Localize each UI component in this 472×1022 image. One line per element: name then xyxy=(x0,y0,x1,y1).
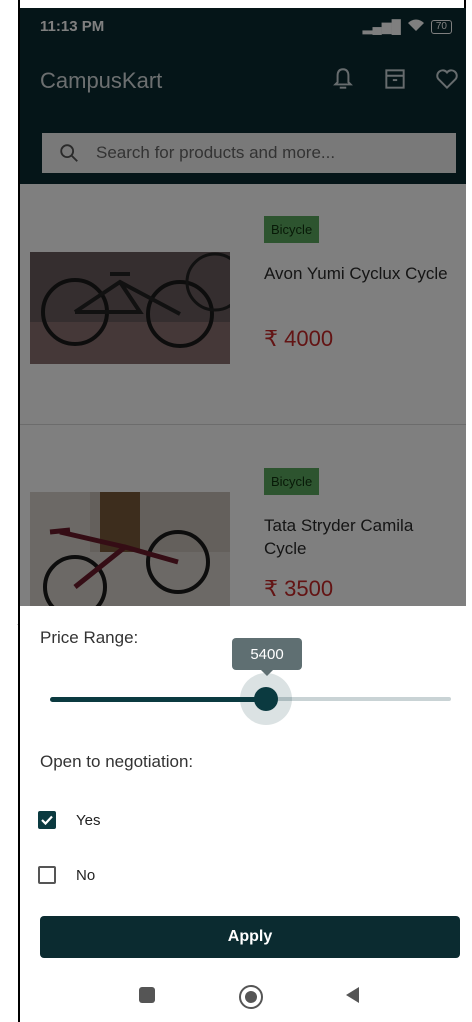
back-icon[interactable] xyxy=(344,986,362,1009)
checkmark-icon xyxy=(41,815,53,826)
recents-icon[interactable] xyxy=(138,986,156,1009)
yes-label: Yes xyxy=(76,811,101,829)
filter-bottom-sheet: Price Range: 5400 Open to negotiation: Y… xyxy=(20,606,466,972)
system-nav-bar xyxy=(20,972,466,1022)
negotiation-label: Open to negotiation: xyxy=(40,752,194,771)
price-range-label: Price Range: xyxy=(40,628,139,647)
modal-scrim[interactable] xyxy=(20,8,466,614)
no-checkbox[interactable] xyxy=(38,866,56,884)
home-icon[interactable] xyxy=(238,984,264,1015)
slider-active-track[interactable] xyxy=(50,697,265,702)
no-label: No xyxy=(76,866,96,884)
slider-inactive-track[interactable] xyxy=(265,697,451,701)
phone-screen: 11:13 PM ▂▄▆█ 70 CampusKart xyxy=(20,8,466,1022)
negotiation-option-yes[interactable]: Yes xyxy=(38,811,100,829)
slider-value: 5400 xyxy=(250,645,284,663)
yes-checkbox[interactable] xyxy=(38,811,56,829)
negotiation-option-no[interactable]: No xyxy=(38,866,95,884)
apply-button[interactable]: Apply xyxy=(40,916,460,958)
slider-value-tooltip: 5400 xyxy=(232,638,302,676)
price-slider-thumb[interactable] xyxy=(254,687,278,711)
